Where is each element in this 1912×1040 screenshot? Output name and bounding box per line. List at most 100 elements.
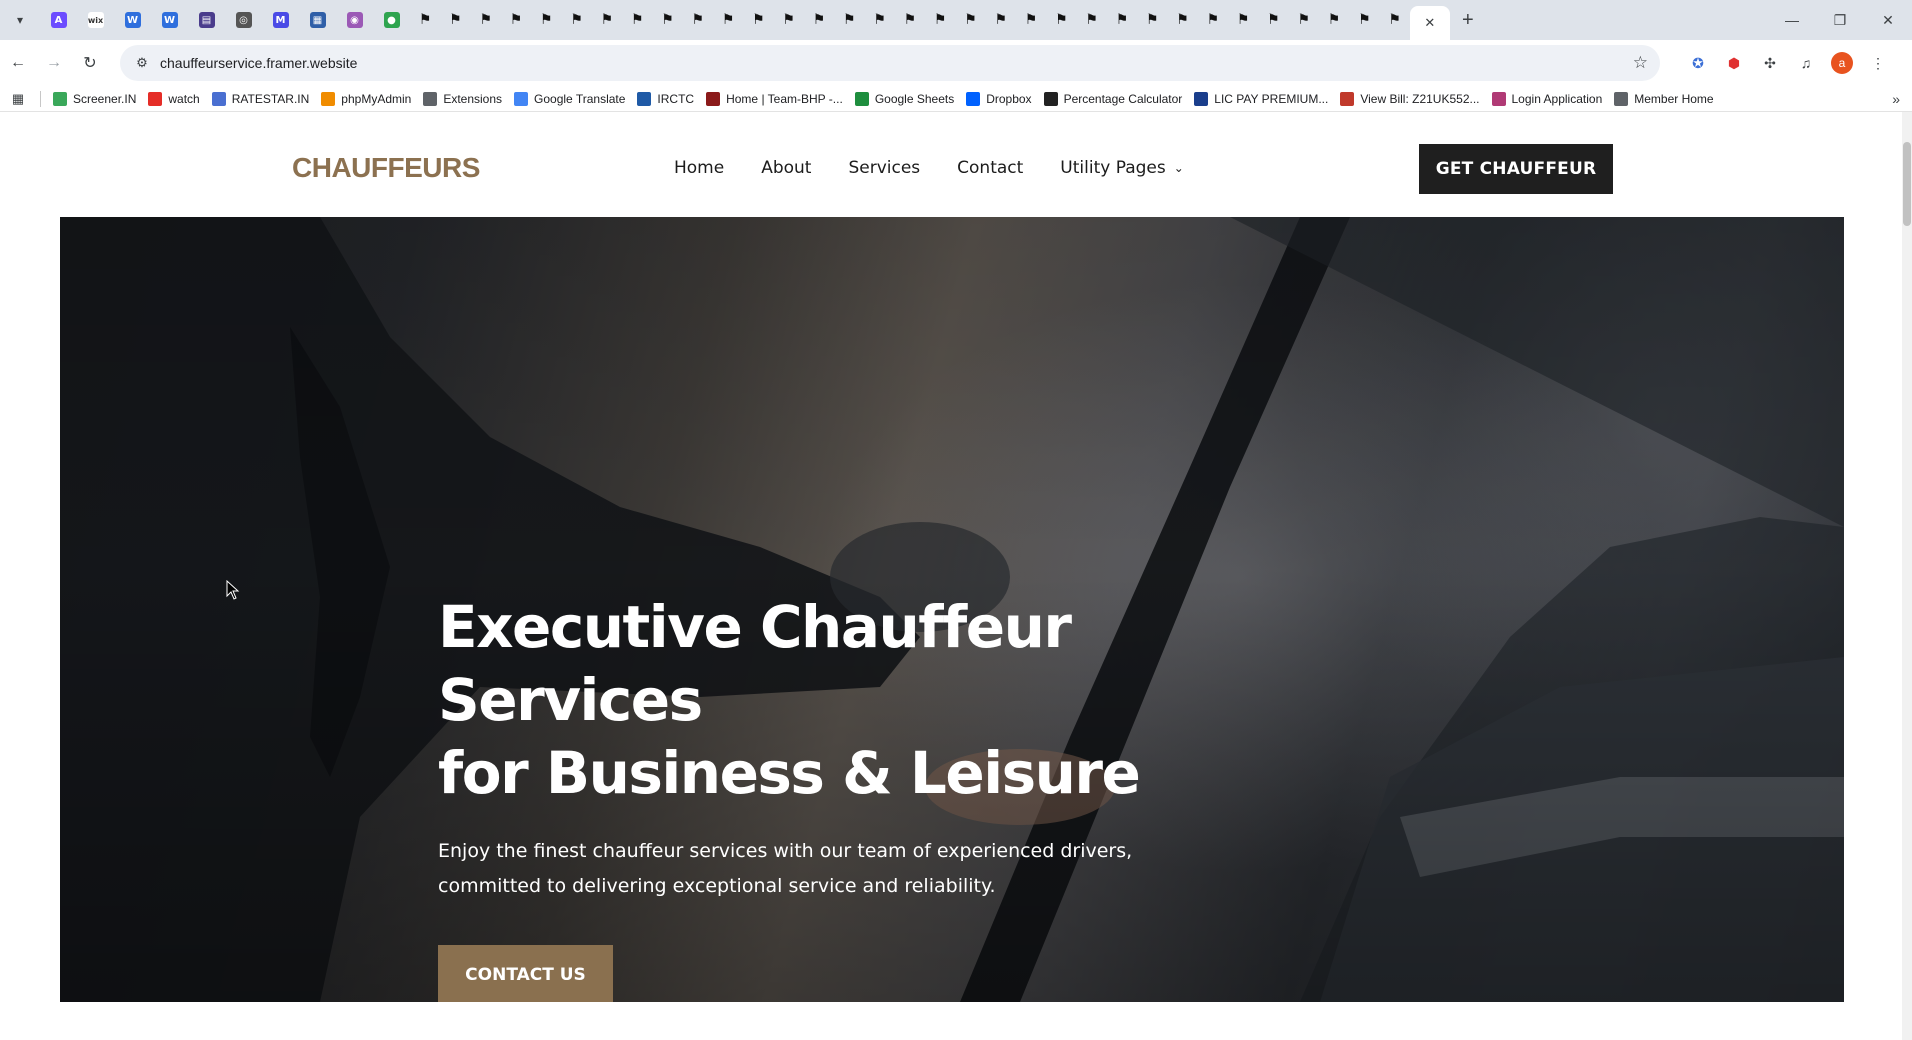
- pinned-tab[interactable]: ⚑: [1380, 5, 1410, 35]
- pinned-tab[interactable]: ⚑: [774, 5, 804, 35]
- bookmark-item[interactable]: Member Home: [1608, 87, 1719, 111]
- extension-icon[interactable]: ✪: [1680, 45, 1716, 81]
- pinned-tab[interactable]: ⚑: [1319, 5, 1349, 35]
- bookmark-item[interactable]: Screener.IN: [47, 87, 142, 111]
- pinned-tab[interactable]: ⚑: [410, 5, 440, 35]
- nav-about[interactable]: About: [761, 158, 811, 178]
- bookmark-item[interactable]: Google Translate: [508, 87, 631, 111]
- new-tab-plus-icon[interactable]: +: [1450, 5, 1486, 35]
- pinned-tab[interactable]: ⚑: [622, 5, 652, 35]
- profile-avatar[interactable]: a: [1824, 45, 1860, 81]
- puzzle-icon[interactable]: ✣: [1752, 45, 1788, 81]
- pinned-tab[interactable]: ⚑: [895, 5, 925, 35]
- nav-contact[interactable]: Contact: [957, 158, 1023, 178]
- browser-toolbar: ← → ↻ ⚙ chauffeurservice.framer.website …: [0, 40, 1912, 86]
- nav-services[interactable]: Services: [848, 158, 920, 178]
- pinned-tab[interactable]: ⚑: [1349, 5, 1379, 35]
- pinned-tab[interactable]: ⚑: [683, 5, 713, 35]
- bookmark-item[interactable]: Percentage Calculator: [1038, 87, 1189, 111]
- bookmark-item[interactable]: View Bill: Z21UK552...: [1334, 87, 1485, 111]
- pinned-tab[interactable]: ⚑: [1046, 5, 1076, 35]
- pinned-tab[interactable]: ⚑: [1077, 5, 1107, 35]
- pinned-tab[interactable]: ⚑: [440, 5, 470, 35]
- framer-icon: ⚑: [812, 12, 826, 28]
- bookmark-item[interactable]: LIC PAY PREMIUM...: [1188, 87, 1334, 111]
- pinned-tab[interactable]: ⚑: [1167, 5, 1197, 35]
- bookmark-item[interactable]: watch: [142, 87, 205, 111]
- url-text[interactable]: chauffeurservice.framer.website: [160, 55, 357, 71]
- pinned-tab[interactable]: W: [151, 5, 188, 35]
- bookmark-item[interactable]: Home | Team-BHP -...: [700, 87, 849, 111]
- scrollbar-thumb[interactable]: [1903, 142, 1911, 226]
- pinned-tab[interactable]: ⚑: [713, 5, 743, 35]
- pinned-tab[interactable]: ⚑: [955, 5, 985, 35]
- irctc-icon: [637, 91, 652, 106]
- reload-icon[interactable]: ↻: [72, 45, 108, 81]
- pinned-tab[interactable]: ⚑: [531, 5, 561, 35]
- hero-subtitle: Enjoy the finest chauffeur services with…: [438, 840, 1133, 897]
- pinned-tab[interactable]: ⚑: [471, 5, 501, 35]
- pinned-tab[interactable]: ⚑: [1107, 5, 1137, 35]
- pinned-tab[interactable]: ⚑: [501, 5, 531, 35]
- pinned-tab[interactable]: ⚑: [561, 5, 591, 35]
- pinned-tab[interactable]: ▦: [299, 5, 336, 35]
- bookmark-label: Screener.IN: [73, 91, 137, 106]
- framer-icon: ⚑: [418, 12, 432, 28]
- pinned-tab[interactable]: ⚑: [652, 5, 682, 35]
- bookmark-item[interactable]: Extensions: [417, 87, 508, 111]
- pinned-tab[interactable]: ⚑: [592, 5, 622, 35]
- pinned-tab[interactable]: ⚑: [1137, 5, 1167, 35]
- pinned-tab[interactable]: ⚑: [986, 5, 1016, 35]
- pinned-tab[interactable]: ⚑: [804, 5, 834, 35]
- get-chauffeur-button[interactable]: GET CHAUFFEUR: [1419, 144, 1613, 194]
- pinned-tab[interactable]: ⚑: [1228, 5, 1258, 35]
- pinned-tab[interactable]: ◎: [225, 5, 262, 35]
- pinned-tab[interactable]: ⚑: [743, 5, 773, 35]
- bookmark-label: LIC PAY PREMIUM...: [1214, 91, 1329, 106]
- pinned-tab[interactable]: ◉: [336, 5, 373, 35]
- pinned-tab[interactable]: ⚑: [864, 5, 894, 35]
- forward-arrow-icon[interactable]: →: [36, 45, 72, 81]
- back-arrow-icon[interactable]: ←: [0, 45, 36, 81]
- pinned-tab[interactable]: ⚑: [1016, 5, 1046, 35]
- pinned-tab[interactable]: A: [40, 5, 77, 35]
- bookmark-item[interactable]: IRCTC: [631, 87, 700, 111]
- address-bar[interactable]: ⚙ chauffeurservice.framer.website ☆: [120, 45, 1660, 81]
- bookmark-separator: [40, 90, 41, 107]
- close-tab-icon[interactable]: ✕: [1424, 15, 1435, 31]
- close-window-icon[interactable]: ✕: [1864, 0, 1912, 40]
- pinned-tab[interactable]: ⚑: [1198, 5, 1228, 35]
- pinned-tab[interactable]: ⚑: [1258, 5, 1288, 35]
- shield-extension-icon[interactable]: ⬢: [1716, 45, 1752, 81]
- minimize-icon[interactable]: —: [1768, 0, 1816, 40]
- framer-icon: ⚑: [600, 12, 614, 28]
- page-scrollbar[interactable]: [1902, 112, 1912, 1040]
- bookmark-item[interactable]: phpMyAdmin: [315, 87, 417, 111]
- bookmark-item[interactable]: Dropbox: [960, 87, 1037, 111]
- pinned-tab[interactable]: wix: [77, 5, 114, 35]
- lic-icon: [1194, 91, 1209, 106]
- more-bookmarks-chevron-icon[interactable]: »: [1892, 91, 1900, 107]
- contact-us-button[interactable]: CONTACT US: [438, 945, 613, 1002]
- media-control-icon[interactable]: ♫: [1788, 45, 1824, 81]
- restore-icon[interactable]: ❐: [1816, 0, 1864, 40]
- pinned-tab[interactable]: ⚑: [925, 5, 955, 35]
- bookmark-item[interactable]: RATESTAR.IN: [206, 87, 316, 111]
- pinned-tab[interactable]: W: [114, 5, 151, 35]
- pinned-tab[interactable]: ⚑: [834, 5, 864, 35]
- apps-grid-icon[interactable]: ▦: [0, 91, 36, 107]
- pinned-tab[interactable]: ⚑: [1289, 5, 1319, 35]
- pinned-tab[interactable]: M: [262, 5, 299, 35]
- nav-home[interactable]: Home: [674, 158, 724, 178]
- menu-kebab-icon[interactable]: ⋮: [1860, 45, 1896, 81]
- bookmark-star-icon[interactable]: ☆: [1633, 53, 1648, 73]
- site-settings-icon[interactable]: ⚙: [124, 55, 160, 71]
- active-tab[interactable]: ✕: [1409, 6, 1450, 40]
- nav-utility-pages[interactable]: Utility Pages ⌄: [1060, 158, 1183, 178]
- pinned-tab[interactable]: ●: [373, 5, 410, 35]
- site-logo[interactable]: CHAUFFEURS: [292, 152, 480, 184]
- bookmark-item[interactable]: Login Application: [1486, 87, 1609, 111]
- tab-search-chevron-icon[interactable]: ▾: [0, 0, 40, 40]
- bookmark-item[interactable]: Google Sheets: [849, 87, 960, 111]
- pinned-tab[interactable]: ▤: [188, 5, 225, 35]
